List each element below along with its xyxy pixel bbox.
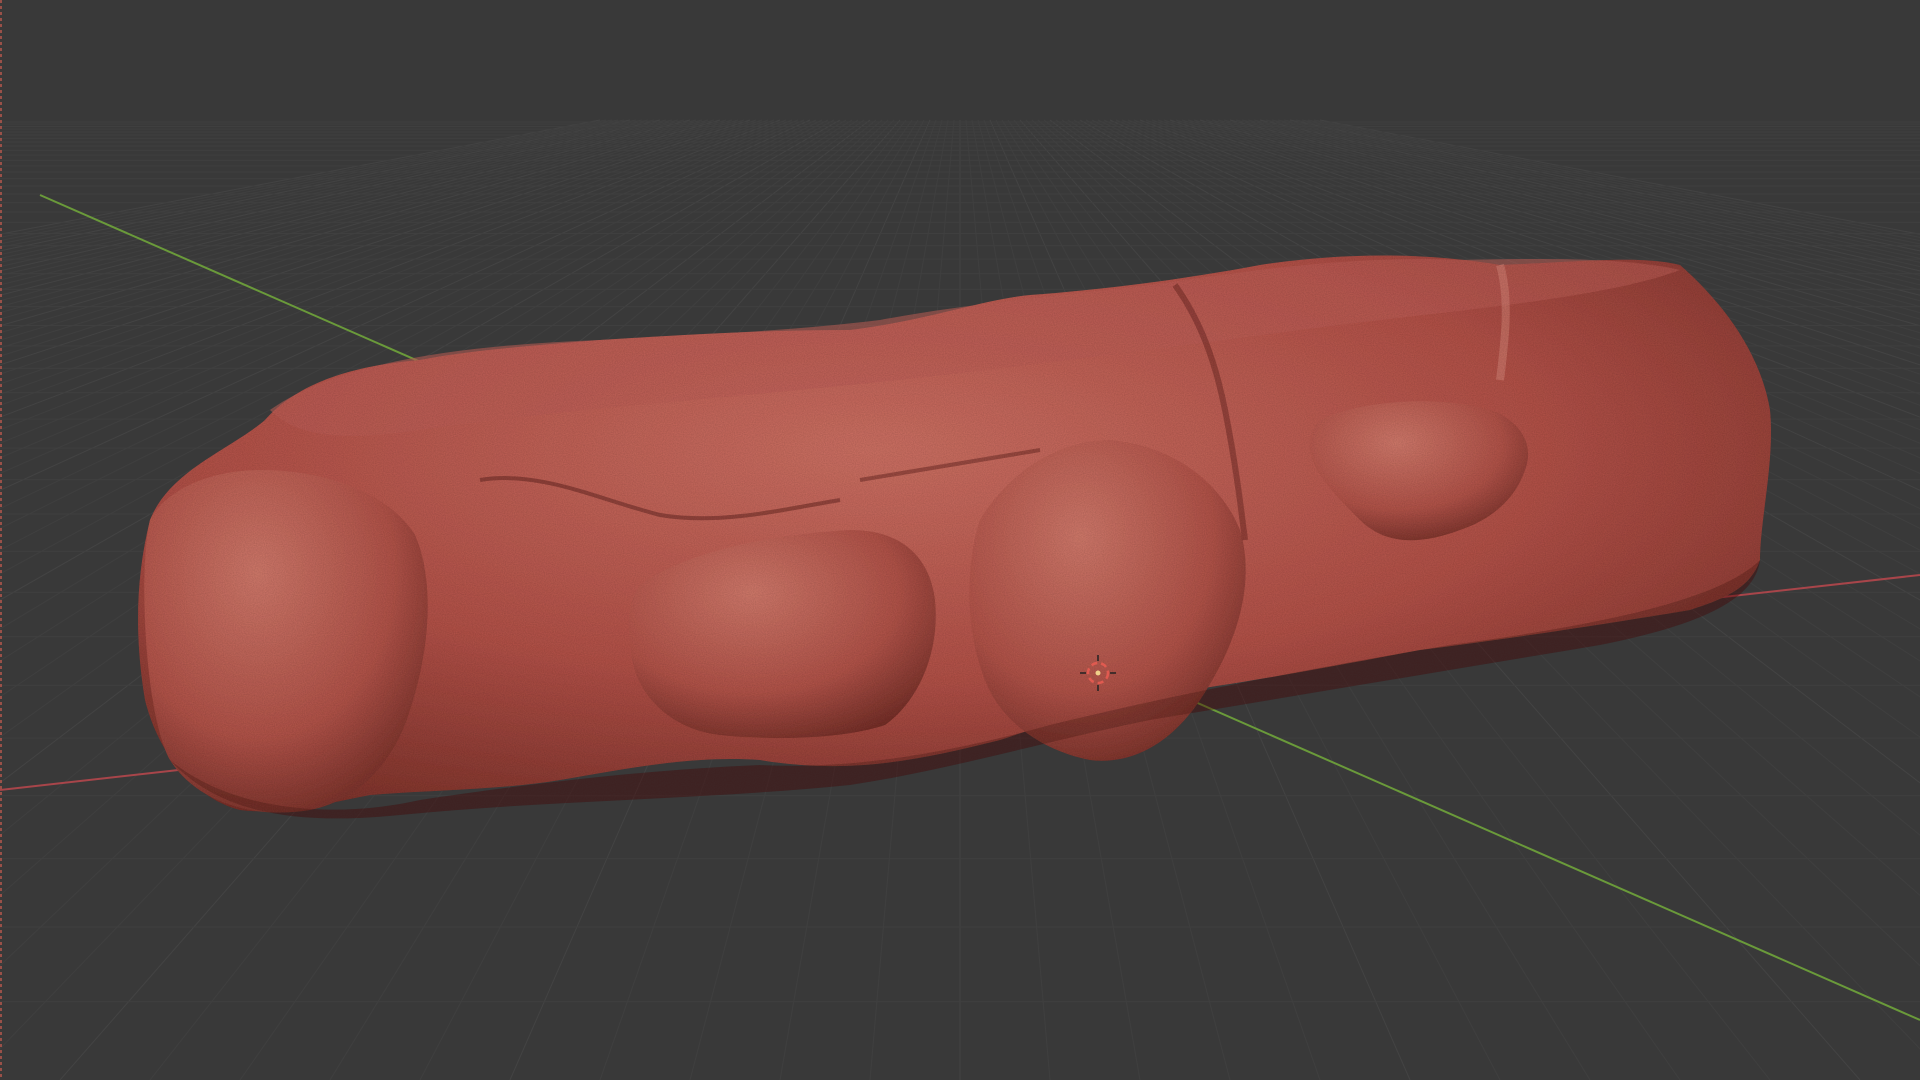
3d-viewport[interactable] [0,0,1920,1080]
3d-cursor-center [1095,670,1101,676]
viewport-canvas[interactable] [0,0,1920,1080]
viewport-edge-marker [0,0,2,1080]
rock-sculpt-mesh[interactable] [138,255,1772,819]
